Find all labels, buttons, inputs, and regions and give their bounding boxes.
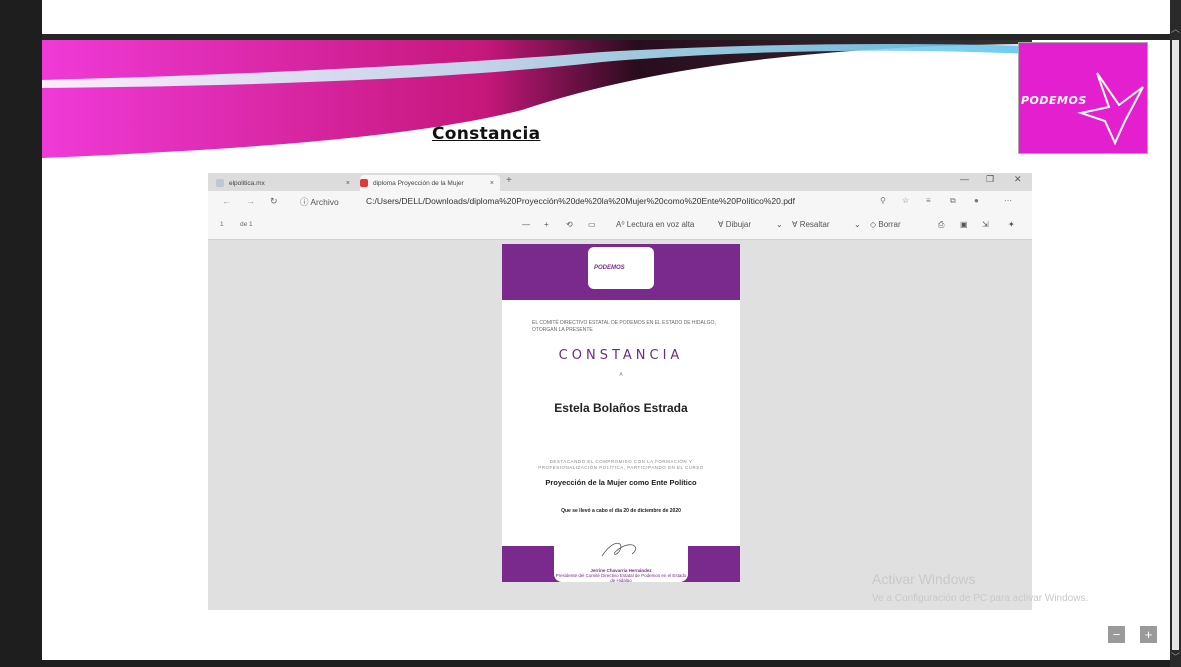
tab-label: diploma Proyección de la Mujer	[373, 179, 464, 187]
recipient-name: Estela Bolaños Estrada	[554, 401, 688, 415]
print-icon[interactable]: ⎙	[938, 220, 944, 230]
site-favicon-icon	[216, 179, 224, 187]
fit-page-icon[interactable]: ▭	[588, 220, 596, 229]
pdf-favicon-icon	[360, 179, 368, 187]
url-field[interactable]: C:/Users/DELL/Downloads/diploma%20Proyec…	[366, 196, 795, 206]
scroll-down-icon[interactable]: ﹀	[1171, 650, 1180, 663]
browser-screenshot: elpolitica.mx × diploma Proyección de la…	[208, 173, 1032, 610]
activate-windows-subtitle: Ve a Configuración de PC para activar Wi…	[872, 593, 1089, 604]
zoom-out-button[interactable]: —	[522, 220, 530, 229]
close-tab-icon[interactable]: ×	[490, 180, 494, 187]
address-bar: ← → ↻ ⓘ Archivo C:/Users/DELL/Downloads/…	[208, 191, 1032, 213]
pdf-document-page: PODEMOS EL COMITÉ DIRECTIVO ESTATAL DE P…	[502, 244, 740, 582]
favorite-star-icon[interactable]: ☆	[902, 196, 909, 205]
site-info[interactable]: ⓘ Archivo	[300, 196, 339, 208]
course-date: Que se llevó a cabo el día 20 de diciemb…	[561, 508, 681, 514]
highlight-dropdown-icon[interactable]: ⌄	[854, 220, 861, 229]
signature-icon	[601, 542, 637, 557]
close-window-button[interactable]: ✕	[1014, 174, 1022, 185]
vertical-scrollbar[interactable]: ︿ ﹀	[1170, 0, 1181, 667]
draw-button[interactable]: ∀ Dibujar	[718, 220, 751, 229]
slide-title: Constancia	[432, 124, 541, 144]
zoom-plus-button[interactable]: +	[1140, 626, 1157, 643]
erase-button[interactable]: ◇ Borrar	[870, 220, 901, 229]
zoom-in-button[interactable]: +	[544, 220, 549, 229]
bottom-dark-border	[0, 660, 1181, 667]
pdf-logo-text: PODEMOS	[594, 265, 625, 271]
save-as-icon[interactable]: ⇲	[982, 220, 989, 229]
pdf-a: A	[619, 372, 623, 378]
pin-icon[interactable]: ✦	[1008, 220, 1015, 229]
tab-label: elpolitica.mx	[229, 179, 265, 187]
new-tab-button[interactable]: +	[506, 175, 512, 186]
scroll-up-icon[interactable]: ︿	[1171, 22, 1180, 35]
draw-dropdown-icon[interactable]: ⌄	[776, 220, 783, 229]
favorites-bar-icon[interactable]: ≡	[926, 196, 931, 205]
pdf-toolbar: 1 de 1 — + ⟲ ▭ A⁰ Lectura en voz alta ∀ …	[208, 213, 1032, 240]
podemos-logo-text: PODEMOS	[1021, 94, 1087, 107]
minimize-button[interactable]: —	[960, 174, 969, 184]
presentation-window: PODEMOS Constancia elpolitica.mx × diplo…	[0, 0, 1181, 667]
pdf-heading: CONSTANCIA	[558, 348, 684, 363]
top-area	[0, 0, 1181, 34]
pdf-reason-text: DESTACANDO EL COMPROMISO CON LA FORMACIÓ…	[538, 459, 704, 470]
signer-role: Presidente del Comité Directivo Estatal …	[555, 573, 687, 582]
course-title: Proyección de la Mujer como Ente Polític…	[545, 478, 697, 487]
activate-windows-title: Activar Windows	[872, 571, 976, 587]
signer-block: Jerrine Chavarria Hernández Presidente d…	[554, 568, 688, 582]
forward-icon[interactable]: →	[246, 196, 255, 206]
browser-tab-elpolitica[interactable]: elpolitica.mx ×	[216, 175, 356, 191]
left-dark-border	[0, 0, 42, 667]
scrollbar-thumb[interactable]	[1172, 40, 1179, 650]
pdf-viewer: PODEMOS EL COMITÉ DIRECTIVO ESTATAL DE P…	[208, 240, 1032, 610]
read-aloud-button[interactable]: A⁰ Lectura en voz alta	[616, 220, 694, 229]
zoom-icon[interactable]: ⚲	[880, 196, 886, 205]
collections-icon[interactable]: ⧉	[950, 196, 956, 206]
rotate-icon[interactable]: ⟲	[566, 220, 573, 229]
zoom-minus-button[interactable]: −	[1108, 626, 1125, 643]
browser-tab-diploma[interactable]: diploma Proyección de la Mujer ×	[360, 175, 500, 191]
save-icon[interactable]: ▣	[960, 220, 968, 229]
page-count: de 1	[240, 221, 253, 228]
close-tab-icon[interactable]: ×	[346, 180, 350, 187]
more-menu-icon[interactable]: ⋯	[1004, 196, 1012, 205]
tab-strip: elpolitica.mx × diploma Proyección de la…	[208, 173, 1032, 191]
maximize-button[interactable]: ❐	[986, 174, 994, 185]
profile-icon[interactable]: ●	[974, 196, 979, 205]
page-number-input[interactable]: 1	[220, 221, 224, 228]
refresh-icon[interactable]: ↻	[270, 196, 278, 207]
highlight-button[interactable]: ∀ Resaltar	[792, 220, 829, 229]
back-icon[interactable]: ←	[222, 196, 231, 206]
pdf-intro-text: EL COMITÉ DIRECTIVO ESTATAL DE PODEMOS E…	[532, 320, 716, 333]
